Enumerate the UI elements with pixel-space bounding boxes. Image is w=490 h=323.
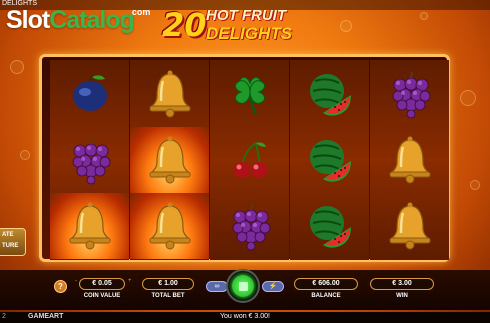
reel-symbol-clover [210,61,289,127]
reel-symbol-bell [130,127,209,193]
reel-symbol-bell [130,193,209,259]
spin-button[interactable] [226,269,260,303]
reel-symbol-grapes [370,61,449,127]
game-logo-number: 20 [162,6,207,44]
autoplay-button[interactable]: ∞ [206,281,228,292]
feature-side-label-1: ATE [2,232,14,238]
total-bet-label: TOTAL BET [151,293,185,299]
coin-value-label: COIN VALUE [83,293,121,299]
grapes-icon [65,135,115,185]
bell-icon [66,201,114,251]
reel-3 [210,60,289,260]
balance-label: BALANCE [311,293,341,299]
watermark-slot: Slot [6,6,50,34]
game-logo-line2: DELIGHTS [206,24,292,43]
bell-icon [386,135,434,185]
coin-value-decrease-icon[interactable]: - [75,278,77,284]
plum-icon [67,71,113,117]
reel-symbol-grapes [210,193,289,259]
grapes-icon [225,201,275,251]
reel-symbol-grapes [50,127,129,193]
bubble-decoration [420,12,428,20]
reel-symbol-bell [130,61,209,127]
bubble-decoration [340,20,352,32]
reel-symbol-watermelon [290,193,369,259]
bubble-decoration [470,180,480,190]
turbo-button[interactable]: ⚡ [262,281,284,292]
grapes-icon [385,69,435,119]
bell-icon [146,135,194,185]
feature-side-button[interactable]: ATE TURE [0,228,26,256]
footer-bar: 2 GAMEART You won € 3.00! [0,312,490,323]
reel-4 [290,60,369,260]
spin-core [232,275,254,297]
reel-2 [130,60,209,260]
bell-icon [386,201,434,251]
reel-symbol-watermelon [290,61,369,127]
reel-symbol-bell [370,127,449,193]
reel-symbol-cherries [210,127,289,193]
win-label: WIN [396,293,408,299]
reel-symbol-plum [50,61,129,127]
balance-field: € 606.00 [294,278,358,290]
cherries-icon [228,137,272,183]
reel-5 [370,60,449,260]
coin-value-increase-icon[interactable]: + [128,278,132,284]
bubble-decoration [10,60,24,74]
stop-icon [238,281,248,291]
watermark-com: com [131,7,151,17]
win-field: € 3.00 [370,278,434,290]
watermark-catalog: Catalog [49,6,135,34]
bubble-decoration [460,90,476,106]
total-bet-field[interactable]: € 1.00 [142,278,194,290]
bell-icon [146,69,194,119]
game-logo: 20 HOT FRUIT DELIGHTS [162,4,312,44]
reel-symbol-watermelon [290,127,369,193]
reel-symbol-bell [50,193,129,259]
feature-side-label-2: TURE [2,243,19,249]
info-icon[interactable]: ? [54,280,67,293]
watermelon-icon [305,69,355,119]
reel-1 [50,60,129,260]
win-message: You won € 3.00! [220,313,270,320]
watermark-logo: Slot Catalog com [6,6,152,36]
clover-icon [226,70,274,118]
bell-icon [146,201,194,251]
bubble-decoration [20,150,30,160]
reel-frame [39,54,450,262]
watermelon-icon [305,135,355,185]
game-logo-line1: HOT FRUIT [206,7,286,24]
watermelon-icon [305,201,355,251]
coin-value-field: € 0.05 [79,278,125,290]
reel-symbol-bell [370,193,449,259]
